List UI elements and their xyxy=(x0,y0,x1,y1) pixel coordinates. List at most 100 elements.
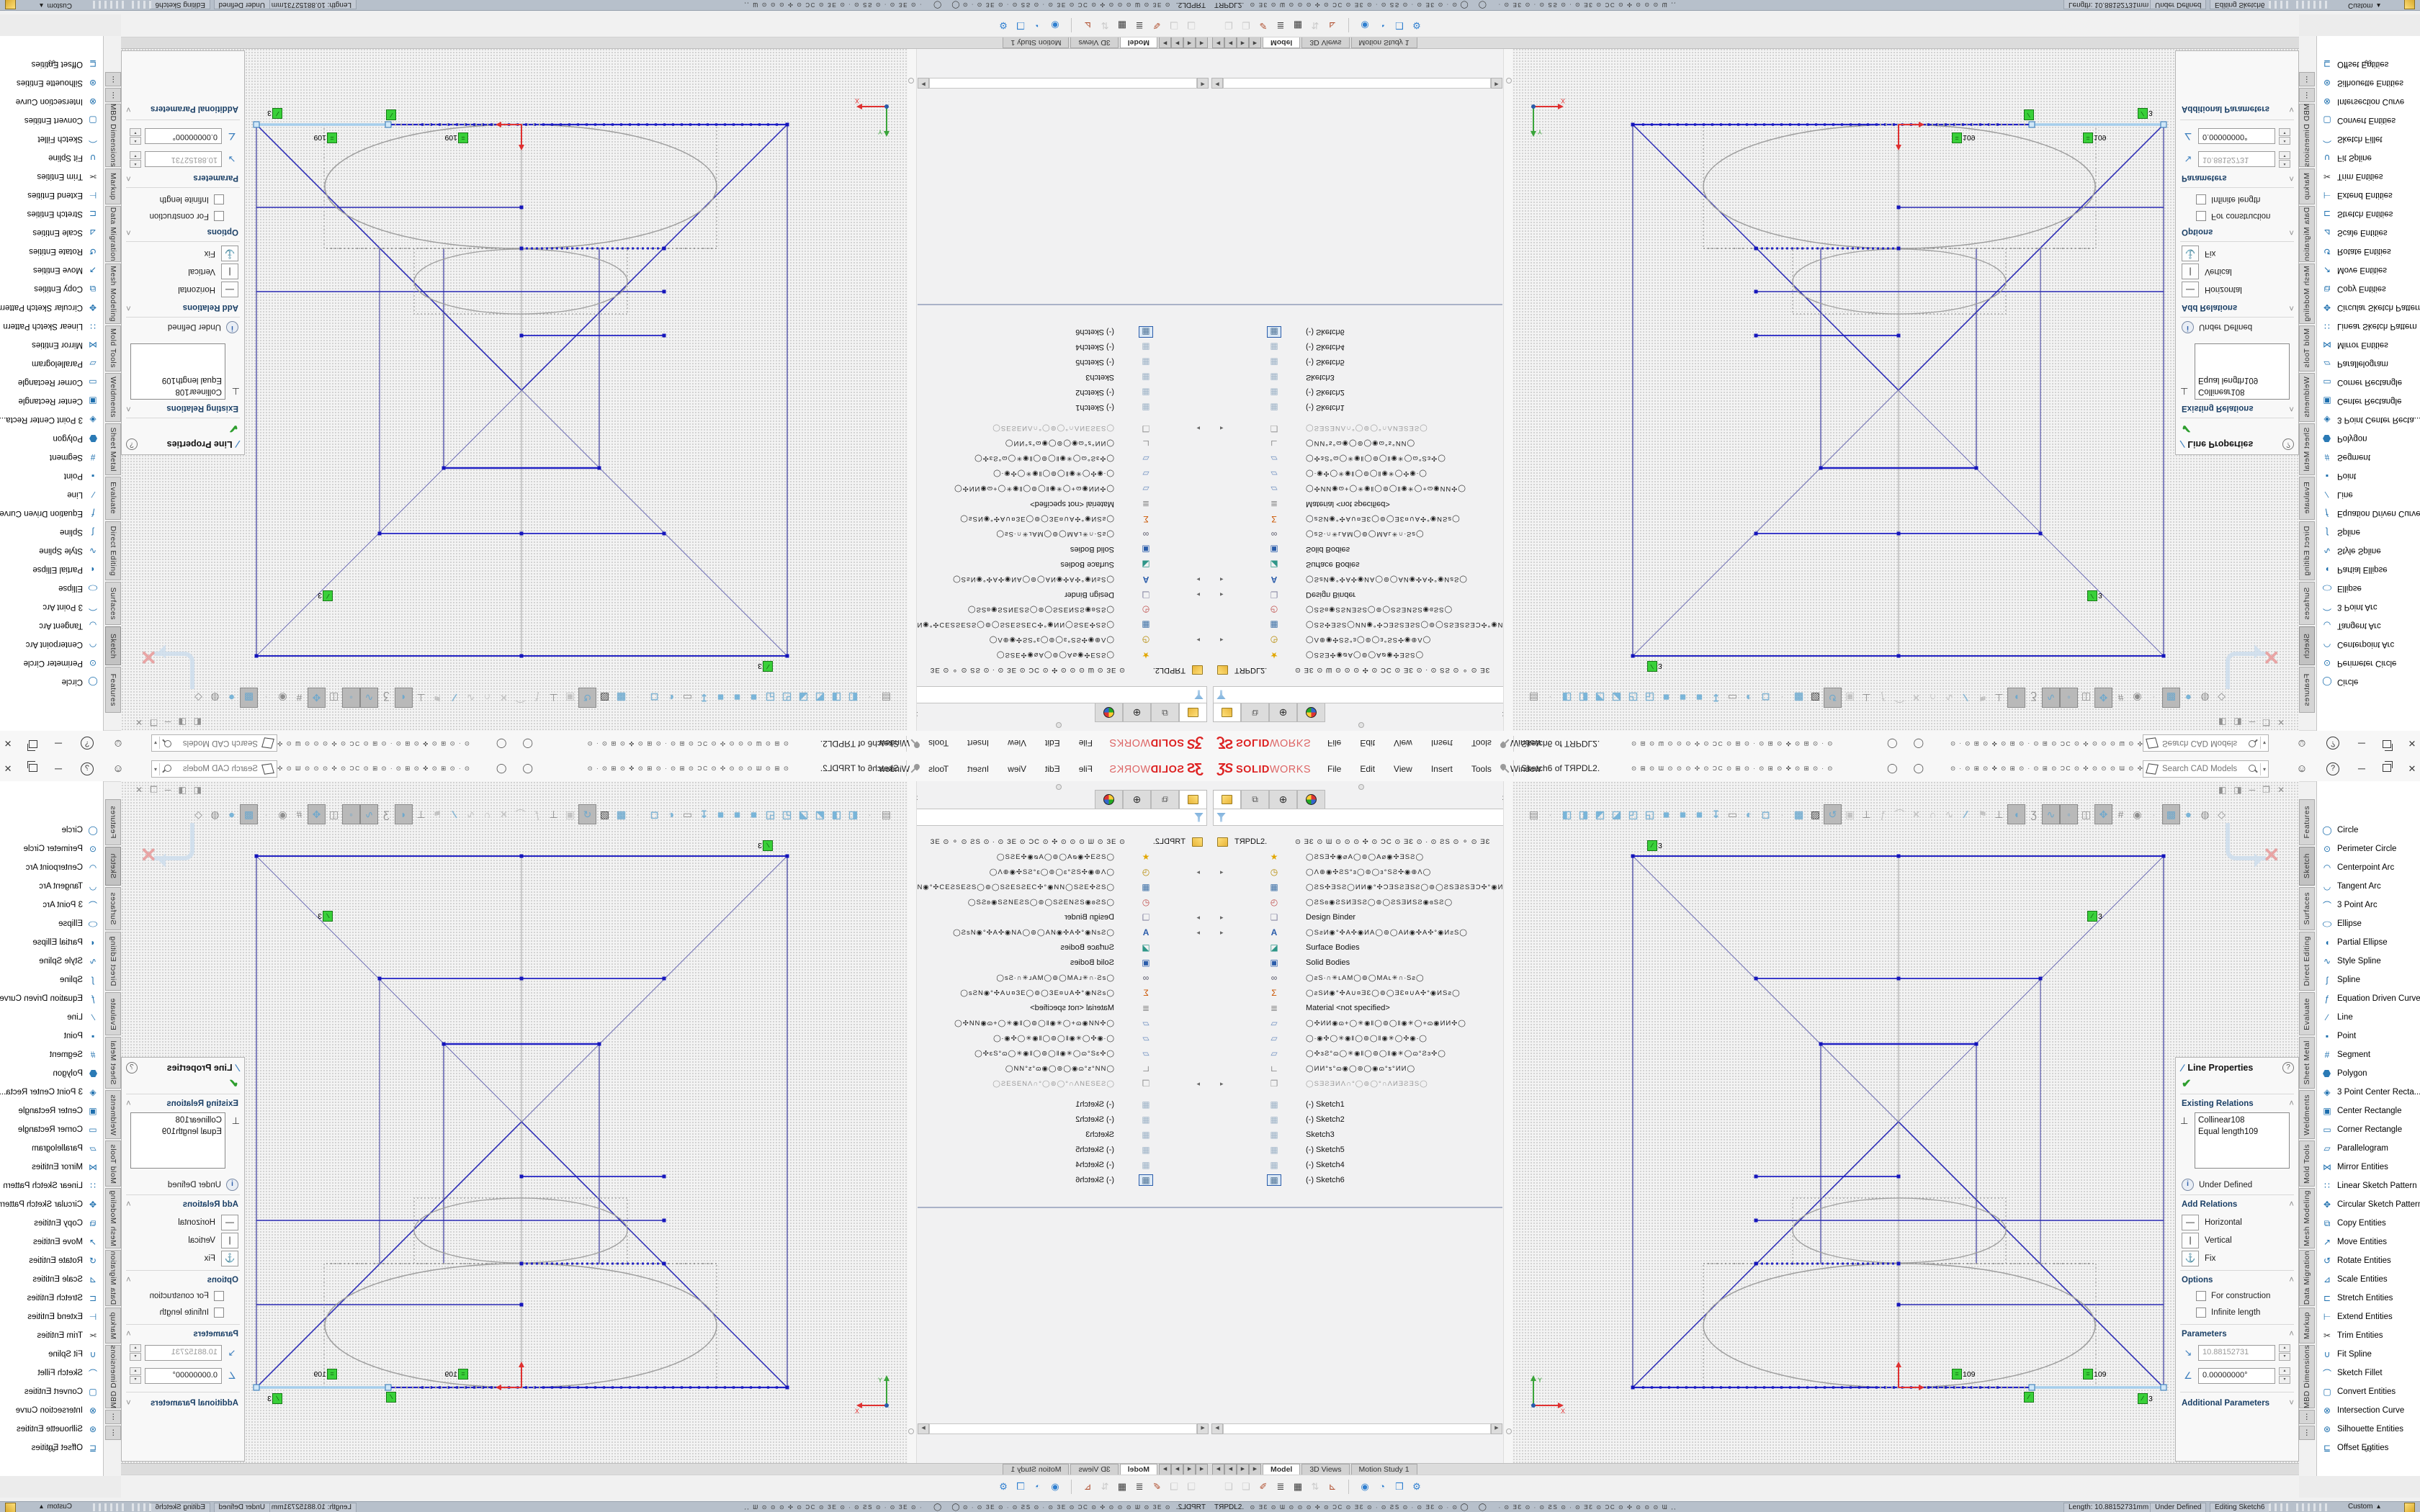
add-relation-fix[interactable]: ⚓Fix xyxy=(2182,1251,2215,1266)
gear-icon[interactable]: ⚙ xyxy=(1408,1481,1425,1493)
palette-ellipse[interactable]: ◯Ellipse xyxy=(0,580,103,597)
palette-circle[interactable]: ◯Circle xyxy=(2317,822,2420,839)
palette-sketch-fillet[interactable]: ⌒Sketch Fillet xyxy=(2317,130,2420,148)
tab-evaluate[interactable]: Evaluate xyxy=(2299,992,2315,1035)
tab-mbd-dimensions[interactable]: MBD Dimensions xyxy=(2299,104,2315,167)
tree-item-right-plane[interactable]: ▱◯✣ɜƧ°ɷ◯✳◉‖◯⊚◯‖◉✳◯ɷ°Ƨɜ✣◯ xyxy=(918,1046,1210,1061)
search-input[interactable] xyxy=(2161,764,2249,774)
tab-nav-icon[interactable]: ◀ xyxy=(1224,37,1237,48)
palette-equation-curve[interactable]: ƒEquation Driven Curve xyxy=(0,990,103,1007)
scroll-left-icon[interactable]: ◀ xyxy=(1197,78,1209,89)
status-tag-icon[interactable] xyxy=(5,1503,16,1512)
tab--[interactable]: ⋮ xyxy=(105,1410,121,1424)
palette-circular-pattern[interactable]: ✥Circular Sketch Pattern xyxy=(0,1196,103,1213)
minimize-button[interactable]: ─ xyxy=(2354,761,2370,777)
scroll-left-icon[interactable]: ◀ xyxy=(1197,1423,1209,1434)
gear-icon[interactable]: ⚙ xyxy=(995,20,1012,32)
tree-vertical-scrollbar[interactable] xyxy=(908,49,917,731)
palette-polygon[interactable]: Polygon xyxy=(0,430,103,447)
palette-ellipse[interactable]: ◯Ellipse xyxy=(0,915,103,932)
tree-item-equations[interactable]: Σ◯ƨSИ◉°✣A∪¤ƎƐ◯⊚◯ƎƐ¤∪A✣°◉ИSƨ◯ xyxy=(1210,512,1502,526)
palette-circle[interactable]: ◯Circle xyxy=(0,673,103,690)
menu-view[interactable]: View xyxy=(998,764,1036,774)
tab-mold-tools[interactable]: Mold Tools xyxy=(2299,325,2315,372)
expand-arrow-icon[interactable]: ▸ xyxy=(1220,914,1224,922)
checkbox-infinite-length[interactable]: Infinite length xyxy=(2196,1308,2260,1318)
length-spinner[interactable]: ▴▾ xyxy=(130,1344,141,1361)
folder-check-icon[interactable]: ❒ xyxy=(1012,20,1029,32)
relation-entry[interactable]: Collinear108 xyxy=(134,386,222,397)
palette-copy-entities[interactable]: ⧉Copy Entities xyxy=(0,280,103,297)
angle-parameter[interactable]: ∠ 0.00000000° ▴▾ xyxy=(130,1367,238,1384)
tree-item-selection-sets[interactable]: ▦◯ƧS✣ƎSƧ◯ИИ◉°✣ƆƎSƧƎSƧ◯⊚◯ƧSƎƧSƎƆ✣°◉ИИ◯ƧSƎ… xyxy=(1210,880,1502,894)
menu-tools[interactable]: Tools xyxy=(919,764,958,774)
angle-parameter[interactable]: ∠ 0.00000000° ▴▾ xyxy=(2182,128,2290,145)
tree-item-design-binder[interactable]: ▸❏Design Binder xyxy=(1210,588,1502,602)
tree-item-material[interactable]: ≣Material <not specified> xyxy=(918,497,1210,511)
tab-markup[interactable]: Markup xyxy=(105,1308,121,1344)
palette-three-point-center-rect[interactable]: ◈3 Point Center Recta... xyxy=(2317,1084,2420,1101)
palette-convert-entities[interactable]: ▢Convert Entities xyxy=(0,1383,103,1400)
palette-tangent-arc[interactable]: ◡Tangent Arc xyxy=(2317,878,2420,895)
tab-display-manager[interactable] xyxy=(1095,703,1123,722)
expand-arrow-icon[interactable]: ▸ xyxy=(1220,636,1224,644)
tree-item-right-plane[interactable]: ▱◯✣ɜƧ°ɷ◯✳◉‖◯⊚◯‖◉✳◯ɷ°Ƨɜ✣◯ xyxy=(1210,1046,1502,1061)
tree-item-selection-sets[interactable]: ▦◯ƧS✣ƎSƧ◯ИИ◉°✣ƆƎSƧƎSƧ◯⊚◯ƧSƎƧSƎƆ✣°◉ИИ◯ƧSƎ… xyxy=(918,618,1210,632)
palette-partial-ellipse[interactable]: ◖Partial Ellipse xyxy=(0,934,103,951)
restore-button[interactable] xyxy=(2379,735,2395,751)
checkbox-for-construction[interactable]: For construction xyxy=(150,211,224,221)
section-add-relations[interactable]: Add Relations˄ xyxy=(2182,1200,2294,1209)
palette-perimeter-circle[interactable]: ⊙Perimeter Circle xyxy=(2317,840,2420,858)
clock-check-icon[interactable]: ◔ xyxy=(1029,20,1047,31)
palette-spline[interactable]: ʃSpline xyxy=(2317,523,2420,541)
menu-edit[interactable]: Edit xyxy=(1350,764,1384,774)
tree-item-favorites[interactable]: ★◯ƧSƎ✣◉⌀A◯⊚◯A⌀◉✣ƎSƧ◯ xyxy=(918,648,1210,662)
tree-item-favorites[interactable]: ★◯ƧSƎ✣◉⌀A◯⊚◯A⌀◉✣ƎSƧ◯ xyxy=(1210,850,1502,864)
palette-three-point-center-rect[interactable]: ◈3 Point Center Recta... xyxy=(0,411,103,428)
length-parameter[interactable]: ↘ 10.88152731 ▴▾ xyxy=(2182,1344,2290,1361)
angle-spinner[interactable]: ▴▾ xyxy=(130,128,141,145)
search-input[interactable] xyxy=(171,764,259,774)
palette-stretch-entities[interactable]: ⊏Stretch Entities xyxy=(0,1290,103,1307)
relation-entry[interactable]: Equal length109 xyxy=(2198,1126,2286,1138)
tree-item-solid-bodies[interactable]: ▣Solid Bodies xyxy=(918,955,1210,970)
section-add-relations[interactable]: Add Relations˄ xyxy=(2182,303,2294,312)
ok-check-icon[interactable]: ✔ xyxy=(229,1076,238,1091)
tree-item-sketch6[interactable]: ▦(-) Sketch6 xyxy=(918,325,1210,339)
tree-item-history[interactable]: ▸◷◯Λ⊕◉✣ƧS°ɜ◯⊚◯ɜ°SƧ✣◉⊕Λ◯ xyxy=(1210,633,1502,647)
tab-mold-tools[interactable]: Mold Tools xyxy=(2299,1140,2315,1187)
add-relation-fix[interactable]: ⚓Fix xyxy=(205,1251,238,1266)
palette-trim-entities[interactable]: ✂Trim Entities xyxy=(2317,168,2420,185)
length-spinner[interactable]: ▴▾ xyxy=(2279,151,2290,168)
equal-relation-tag[interactable]: =109 xyxy=(444,1369,468,1379)
tab-features[interactable]: Features xyxy=(2299,799,2315,845)
scroll-right-icon[interactable]: ▶ xyxy=(1491,78,1502,89)
tab-property-manager[interactable]: ⧉ xyxy=(1241,703,1269,722)
tab-direct-editing[interactable]: Direct Editing xyxy=(105,932,121,991)
line-weights-icon[interactable]: ≣ xyxy=(1272,20,1289,32)
section-parameters[interactable]: Parameters˄ xyxy=(126,1330,238,1338)
relations-list[interactable]: Collinear108Equal length109 xyxy=(2195,1112,2290,1169)
equal-relation-tag[interactable]: =109 xyxy=(444,133,468,143)
tree-item-locked-folder[interactable]: ▸❐◯SƎƧƎИΛ∩°◯⊚◯°∩ΛИƎƧƎS◯ xyxy=(918,421,1210,436)
expand-arrow-icon[interactable]: ▸ xyxy=(1196,425,1200,433)
tree-item-annotations[interactable]: ▸A◯SƨИ◉°✣A✣◉ИA◯⊚◯AИ◉✣A✣°◉ИƨS◯ xyxy=(918,572,1210,587)
tab-feature-manager[interactable] xyxy=(1213,703,1241,722)
scroll-track[interactable] xyxy=(1223,1423,1491,1434)
palette-tangent-arc[interactable]: ◡Tangent Arc xyxy=(0,617,103,634)
palette-centerpoint-arc[interactable]: ◠Centerpoint Arc xyxy=(0,859,103,876)
menu-view[interactable]: View xyxy=(998,739,1036,749)
doc-tab-motion-study-1[interactable]: Motion Study 1 xyxy=(1351,1464,1417,1475)
palette-segment[interactable]: #Segment xyxy=(2317,1046,2420,1063)
corner-axis-icon[interactable]: ⊾ xyxy=(1079,1481,1096,1493)
doc-tab-3d-views[interactable]: 3D Views xyxy=(1070,1464,1118,1475)
palette-scale-entities[interactable]: ⊿Scale Entities xyxy=(0,1271,103,1288)
menu-file[interactable]: File xyxy=(1070,764,1102,774)
angle-field[interactable]: 0.00000000° xyxy=(2198,129,2275,145)
palette-intersection-curve[interactable]: ⊗Intersection Curve xyxy=(0,93,103,110)
tree-item-lights-cameras[interactable]: ∞◯ƨS∙∩✳ʟAM◯⊚◯MAʟ✳∩∙Sƨ◯ xyxy=(918,527,1210,541)
search-icon[interactable] xyxy=(163,739,171,747)
add-relation-vertical[interactable]: |Vertical xyxy=(188,264,238,279)
palette-center-rectangle[interactable]: ▣Center Rectangle xyxy=(2317,1102,2420,1120)
tree-item-sketch1[interactable]: ▦(-) Sketch1 xyxy=(1210,1097,1502,1112)
